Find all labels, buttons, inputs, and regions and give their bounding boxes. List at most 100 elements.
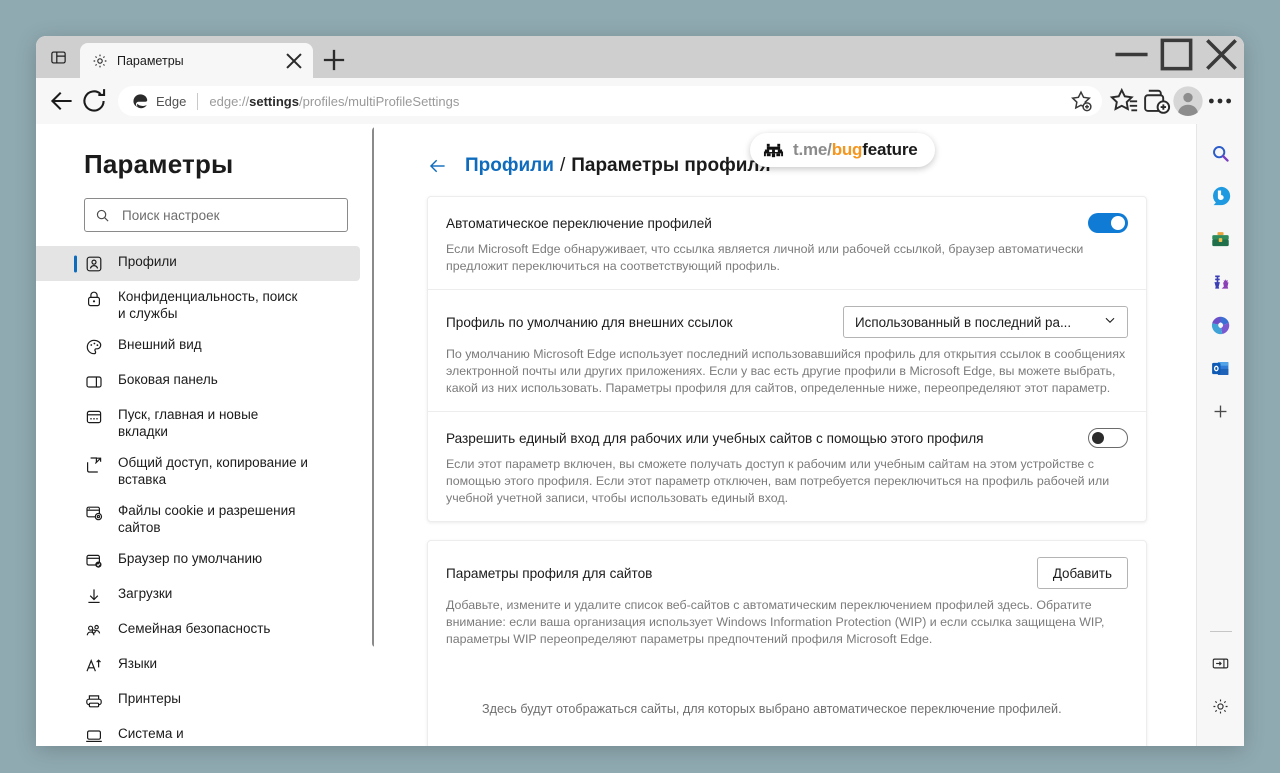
omnibox-divider: [197, 92, 199, 110]
sidebar-item-start-home[interactable]: Пуск, главная и новые вкладки: [36, 399, 360, 447]
sidebar-microsoft-365-icon[interactable]: [1204, 308, 1238, 342]
sidebar-item-label: Пуск, главная и новые вкладки: [118, 407, 259, 439]
new-tab-button[interactable]: [319, 45, 349, 75]
watermark-suffix: feature: [862, 140, 918, 159]
sidebar-item-label: Общий доступ, копирование и вставка: [118, 455, 308, 487]
sidebar-item-label: Браузер по умолчанию: [118, 551, 263, 566]
tab-actions-icon[interactable]: [36, 36, 80, 78]
lock-icon: [84, 289, 104, 309]
page-title: Параметры: [84, 149, 234, 179]
avatar-icon[interactable]: [1172, 85, 1204, 117]
site-profile-settings-card: Параметры профиля для сайтов Добавить До…: [427, 540, 1147, 746]
panel-toggle-icon[interactable]: [1204, 646, 1238, 680]
browser-toolbar: Edge edge://settings/profiles/multiProfi…: [36, 78, 1244, 124]
sidebar-item-languages[interactable]: Языки: [36, 648, 360, 683]
profile-card-icon: [84, 254, 104, 274]
site-profile-description: Добавьте, измените и удалите список веб-…: [446, 598, 1105, 646]
cookie-permissions-icon: [84, 503, 104, 523]
sidebar-item-family-safety[interactable]: Семейная безопасность: [36, 613, 360, 648]
row-title: Разрешить единый вход для рабочих или уч…: [446, 430, 984, 446]
toggle-knob: [1111, 216, 1125, 230]
watermark-prefix: t.me/: [793, 140, 832, 159]
sidebar-panel-icon: [84, 372, 104, 392]
minimize-icon[interactable]: [1109, 36, 1154, 72]
family-safety-icon: [84, 621, 104, 641]
default-profile-dropdown[interactable]: Использованный в последний ра...: [843, 306, 1128, 338]
start-home-icon: [84, 407, 104, 427]
printer-icon: [84, 691, 104, 711]
collections-icon[interactable]: [1140, 85, 1172, 117]
omnibox-actions: [1068, 88, 1094, 114]
sidebar-games-icon[interactable]: [1204, 265, 1238, 299]
maximize-icon[interactable]: [1154, 36, 1199, 72]
sidebar-item-label: Загрузки: [118, 586, 173, 601]
chevron-down-icon: [1103, 313, 1117, 332]
breadcrumb-separator: /: [559, 155, 566, 176]
sidebar-item-privacy[interactable]: Конфиденциальность, поиск и службы: [36, 281, 360, 329]
window-close-icon[interactable]: [1199, 36, 1244, 72]
watermark-text: t.me/bugfeature: [793, 140, 918, 160]
sidebar-item-label: Система и производительность: [118, 726, 247, 746]
sidebar-item-system-performance[interactable]: Система и производительность: [36, 718, 360, 746]
sidebar-item-cookies-permissions[interactable]: Файлы cookie и разрешения сайтов: [36, 495, 360, 543]
row-single-sign-on: Разрешить единый вход для рабочих или уч…: [428, 412, 1146, 521]
system-performance-icon: [84, 726, 104, 746]
settings-cards: Автоматическое переключение профилей Есл…: [427, 196, 1147, 746]
settings-sidebar: Параметры Профили: [36, 124, 374, 746]
sidebar-item-printers[interactable]: Принтеры: [36, 683, 360, 718]
back-arrow-icon[interactable]: [46, 85, 78, 117]
edge-logo-icon: [133, 93, 148, 108]
add-site-button[interactable]: Добавить: [1036, 557, 1128, 589]
sidebar-outlook-icon[interactable]: [1204, 351, 1238, 385]
sidebar-item-label: Профили: [118, 254, 177, 269]
refresh-icon[interactable]: [78, 85, 110, 117]
row-description: По умолчанию Microsoft Edge использует п…: [446, 347, 1126, 395]
sidebar-item-sidebar-panel[interactable]: Боковая панель: [36, 364, 360, 399]
row-title: Профиль по умолчанию для внешних ссылок: [446, 314, 733, 330]
sidebar-item-label: Внешний вид: [118, 337, 202, 352]
ellipsis-icon[interactable]: [1204, 85, 1236, 117]
sidebar-copilot-icon[interactable]: [1204, 179, 1238, 213]
sidebar-toolbox-icon[interactable]: [1204, 222, 1238, 256]
sidebar-bottom-group: [1204, 631, 1238, 746]
single-sign-on-toggle[interactable]: [1088, 428, 1128, 448]
title-bar: Параметры: [36, 36, 1244, 78]
sidebar-item-label: Боковая панель: [118, 372, 218, 387]
sidebar-item-downloads[interactable]: Загрузки: [36, 578, 360, 613]
url-text: edge://settings/profiles/multiProfileSet…: [209, 93, 460, 109]
sidebar-search-icon[interactable]: [1204, 136, 1238, 170]
row-title: Автоматическое переключение профилей: [446, 215, 712, 231]
address-bar[interactable]: Edge edge://settings/profiles/multiProfi…: [118, 86, 1102, 116]
search-settings-box[interactable]: [84, 198, 348, 232]
sidebar-item-share-copy-paste[interactable]: Общий доступ, копирование и вставка: [36, 447, 360, 495]
window-controls: [1109, 36, 1244, 78]
sidebar-item-label: Принтеры: [118, 691, 181, 706]
tab-title: Параметры: [117, 53, 184, 68]
back-arrow-icon[interactable]: [427, 155, 449, 177]
sidebar-item-label: Конфиденциальность, поиск и службы: [118, 289, 298, 321]
watermark-badge: t.me/bugfeature: [750, 133, 935, 167]
watermark-highlight: bug: [831, 140, 863, 159]
sidebar-item-default-browser[interactable]: Браузер по умолчанию: [36, 543, 360, 578]
sidebar-customize-icon[interactable]: [1204, 394, 1238, 428]
sidebar-item-label: Языки: [118, 656, 158, 671]
sidebar-item-profili[interactable]: Профили: [36, 246, 360, 281]
bug-pixel-icon: [763, 140, 784, 161]
auto-profile-switching-toggle[interactable]: [1088, 213, 1128, 233]
favorites-icon[interactable]: [1108, 85, 1140, 117]
edge-sidebar: [1196, 124, 1244, 746]
tab-parametry[interactable]: Параметры: [80, 43, 313, 78]
site-profile-row: Параметры профиля для сайтов Добавить До…: [428, 541, 1146, 746]
search-icon: [96, 209, 109, 222]
sidebar-item-appearance[interactable]: Внешний вид: [36, 329, 360, 364]
languages-icon: [84, 656, 104, 676]
profile-settings-card: Автоматическое переключение профилей Есл…: [427, 196, 1147, 522]
default-browser-icon: [84, 551, 104, 571]
sidebar-item-label: Семейная безопасность: [118, 621, 271, 636]
search-input[interactable]: [122, 207, 337, 223]
sidebar-settings-gear-icon[interactable]: [1204, 689, 1238, 723]
star-plus-icon[interactable]: [1068, 88, 1094, 114]
site-profile-empty-text: Здесь будут отображаться сайты, для кото…: [482, 702, 1062, 716]
breadcrumb-parent[interactable]: Профили: [465, 155, 554, 177]
close-icon[interactable]: [283, 50, 305, 72]
